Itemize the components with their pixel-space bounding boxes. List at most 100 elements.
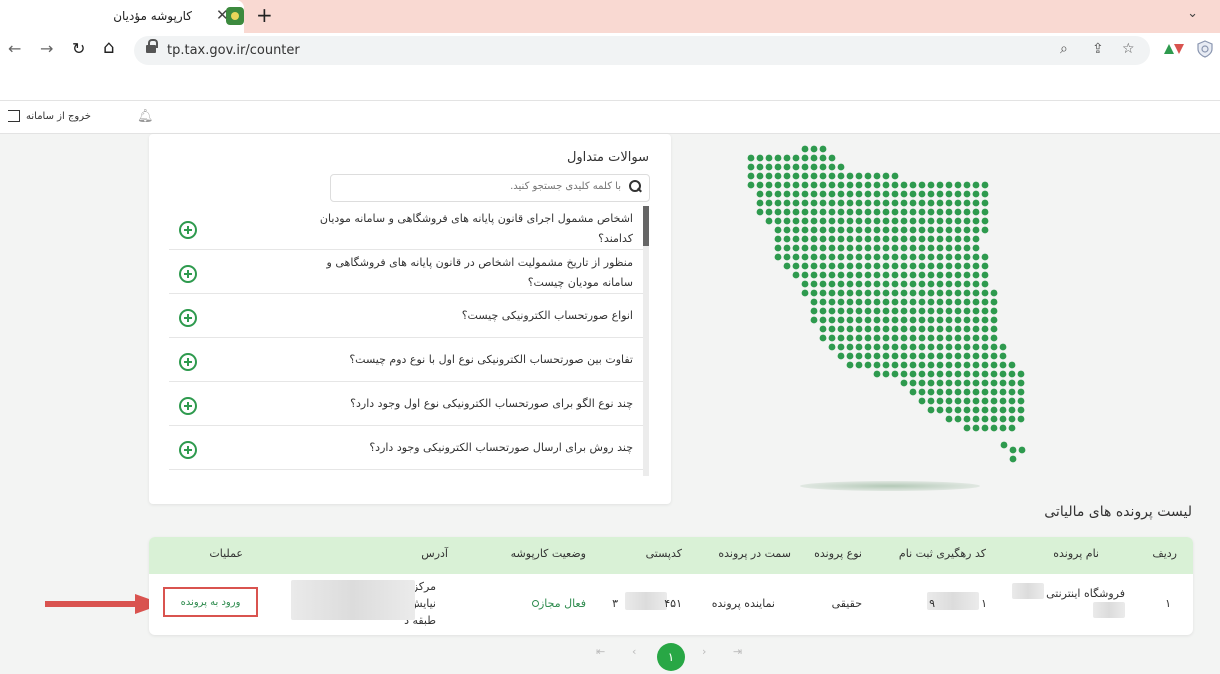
notification-bell-icon[interactable]: 🔔︎	[137, 109, 154, 124]
map-dot	[972, 343, 980, 351]
map-dot	[927, 379, 935, 387]
logout-button[interactable]: خروج از سامانه	[8, 110, 91, 122]
zoom-icon[interactable]: ⌕	[1060, 41, 1068, 57]
map-dot	[927, 370, 935, 378]
faq-item[interactable]: انواع صورتحساب الکترونیکی چیست؟	[169, 294, 643, 338]
faq-question[interactable]: چند روش برای ارسال صورتحساب الکترونیکی و…	[293, 438, 633, 458]
map-dot	[828, 154, 836, 162]
map-dot	[972, 217, 980, 225]
faq-item[interactable]: تفاوت بین صورتحساب الکترونیکی نوع اول با…	[169, 338, 643, 382]
faq-item[interactable]: چند روش برای ارسال صورتحساب الکترونیکی و…	[169, 426, 643, 470]
map-dot	[963, 208, 971, 216]
map-dot	[810, 145, 818, 153]
faq-question[interactable]: چند نوع الگو برای صورتحساب الکترونیکی نو…	[293, 394, 633, 414]
map-dot	[954, 235, 962, 243]
map-dot	[828, 244, 836, 252]
expand-plus-icon[interactable]	[179, 353, 197, 371]
expand-plus-icon[interactable]	[179, 221, 197, 239]
new-tab-icon[interactable]: +	[256, 3, 273, 27]
expand-plus-icon[interactable]	[179, 309, 197, 327]
map-dot	[873, 181, 881, 189]
faq-scrollbar-thumb[interactable]	[643, 206, 649, 246]
map-dot	[846, 289, 854, 297]
lock-icon[interactable]	[146, 39, 158, 55]
prev-page-icon[interactable]: ‹	[632, 645, 636, 658]
map-dot	[864, 307, 872, 315]
faq-question[interactable]: اشخاص مشمول اجرای قانون پایانه های فروشگ…	[293, 209, 633, 249]
cell-postal-start: ۳	[612, 597, 618, 610]
extension-icon[interactable]	[1164, 41, 1184, 55]
col-postal: کدپستی	[645, 547, 682, 560]
shield-icon[interactable]	[1197, 40, 1213, 58]
next-page-icon[interactable]: ›	[702, 645, 706, 658]
first-page-icon[interactable]: ⇤	[596, 645, 605, 658]
map-dot	[945, 307, 953, 315]
map-dot	[765, 181, 773, 189]
forward-icon[interactable]: →	[40, 39, 53, 58]
tab-search-icon[interactable]: ⌄	[1187, 6, 1198, 21]
address-bar[interactable]: tp.tax.gov.ir/counter ⌕ ⇪ ☆	[134, 36, 1150, 65]
map-dot	[855, 343, 863, 351]
map-dot	[936, 406, 944, 414]
map-dot	[999, 343, 1007, 351]
faq-search-input[interactable]	[341, 181, 621, 192]
faq-item[interactable]: منظور از تاریخ مشمولیت اشخاص در قانون پا…	[169, 250, 643, 294]
map-dot	[981, 352, 989, 360]
map-dot	[873, 253, 881, 261]
home-icon[interactable]: ⌂	[103, 37, 114, 58]
map-dot	[936, 352, 944, 360]
map-dot	[828, 217, 836, 225]
map-dot	[954, 280, 962, 288]
map-dot	[837, 235, 845, 243]
map-dot	[819, 307, 827, 315]
map-dot	[900, 334, 908, 342]
faq-question[interactable]: منظور از تاریخ مشمولیت اشخاص در قانون پا…	[293, 253, 633, 293]
map-dot	[945, 199, 953, 207]
browser-tab[interactable]: کارپوشه مؤدیان ✕	[0, 0, 244, 33]
map-dot	[846, 217, 854, 225]
map-dot	[792, 226, 800, 234]
faq-question[interactable]: انواع صورتحساب الکترونیکی چیست؟	[293, 306, 633, 326]
map-dot	[954, 370, 962, 378]
enter-file-button[interactable]: ورود به پرونده	[163, 587, 258, 617]
bookmark-star-icon[interactable]: ☆	[1122, 41, 1135, 57]
faq-question[interactable]: تفاوت بین صورتحساب الکترونیکی نوع اول با…	[293, 350, 633, 370]
last-page-icon[interactable]: ⇥	[733, 645, 742, 658]
map-dot	[873, 334, 881, 342]
close-tab-icon[interactable]: ✕	[216, 6, 229, 24]
map-dot	[945, 325, 953, 333]
map-dot	[783, 235, 791, 243]
map-dot	[855, 226, 863, 234]
expand-plus-icon[interactable]	[179, 441, 197, 459]
map-dot	[855, 217, 863, 225]
map-dot	[846, 262, 854, 270]
map-dot	[891, 307, 899, 315]
reload-icon[interactable]: ↻	[72, 39, 85, 58]
col-status: وضعیت کارپوشه	[510, 547, 586, 560]
faq-item[interactable]: اشخاص مشمول اجرای قانون پایانه های فروشگ…	[169, 206, 643, 250]
url-text[interactable]: tp.tax.gov.ir/counter	[167, 43, 300, 58]
map-dot	[918, 307, 926, 315]
expand-plus-icon[interactable]	[179, 397, 197, 415]
map-dot	[927, 334, 935, 342]
map-dot	[972, 316, 980, 324]
map-dot	[963, 415, 971, 423]
map-dot	[810, 190, 818, 198]
map-dot	[927, 307, 935, 315]
search-icon[interactable]	[629, 180, 641, 192]
faq-item[interactable]: چند نوع الگو برای صورتحساب الکترونیکی نو…	[169, 382, 643, 426]
map-dot	[873, 307, 881, 315]
current-page-button[interactable]: ۱	[657, 643, 685, 671]
back-icon[interactable]: ←	[8, 39, 21, 58]
faq-scrollbar[interactable]	[643, 206, 649, 476]
share-icon[interactable]: ⇪	[1092, 41, 1104, 57]
map-dot	[801, 253, 809, 261]
map-dot	[873, 298, 881, 306]
faq-search-box[interactable]	[330, 174, 650, 202]
map-dot	[981, 334, 989, 342]
map-dot	[900, 289, 908, 297]
map-dot	[864, 361, 872, 369]
map-dot	[837, 172, 845, 180]
map-dot	[963, 289, 971, 297]
expand-plus-icon[interactable]	[179, 265, 197, 283]
